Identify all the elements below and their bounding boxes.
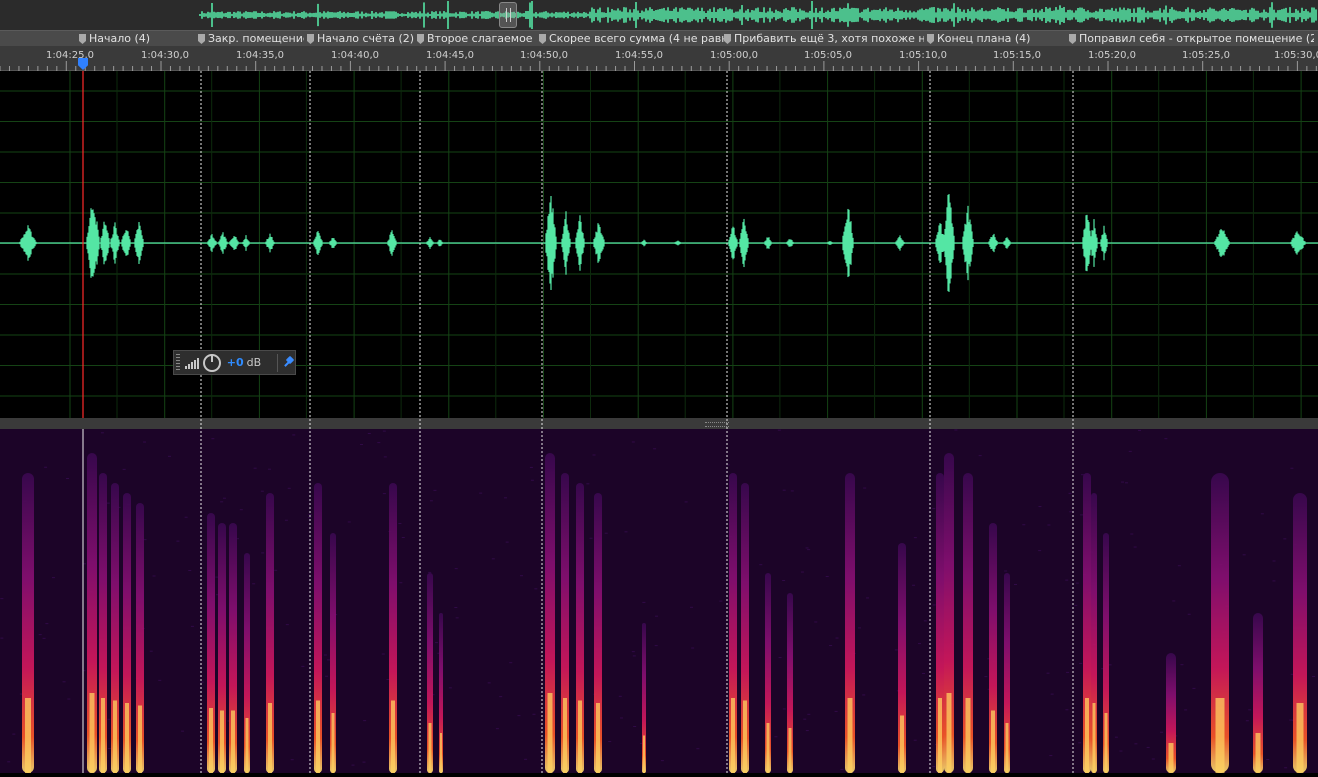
marker-label: Начало (4) <box>89 32 150 46</box>
ruler-tick-label: 1:04:30,0 <box>141 50 189 61</box>
marker-flag-icon <box>307 34 314 44</box>
pin-icon[interactable] <box>283 357 295 369</box>
gain-unit: dB <box>247 356 262 369</box>
marker-flag-icon <box>198 34 205 44</box>
spectrogram-view[interactable] <box>0 429 1318 773</box>
marker-label: Прибавить ещё 3, хотя похоже на 4 <box>734 32 924 46</box>
marker-3[interactable]: Второе слагаемое (1) <box>417 32 535 46</box>
signal-bars-icon <box>185 357 199 369</box>
marker-label: Закр. помещение ( <box>208 32 304 46</box>
marker-label: Скорее всего сумма (4 не равно 3) <box>549 32 724 46</box>
marker-2[interactable]: Начало счёта (2) <box>307 32 415 46</box>
ruler-tick-label: 1:05:10,0 <box>899 50 947 61</box>
ruler-tick-label: 1:05:15,0 <box>993 50 1041 61</box>
marker-label: Конец плана (4) <box>937 32 1030 46</box>
marker-flag-icon <box>539 34 546 44</box>
marker-0[interactable]: Начало (4) <box>79 32 197 46</box>
ruler-tick-label: 1:05:05,0 <box>804 50 852 61</box>
view-splitter[interactable] <box>0 418 1318 429</box>
marker-flag-icon <box>1069 34 1076 44</box>
ruler-tick-label: 1:05:20,0 <box>1088 50 1136 61</box>
spectrogram-canvas <box>0 429 1318 773</box>
ruler-tick-label: 1:04:45,0 <box>426 50 474 61</box>
marker-bar[interactable]: Начало (4) Закр. помещение ( Начало счёт… <box>0 30 1318 46</box>
marker-flag-icon <box>79 34 86 44</box>
marker-label: Второе слагаемое (1) <box>427 32 535 46</box>
marker-7[interactable]: Поправил себя - открытое помещение (2) <box>1069 32 1314 46</box>
marker-flag-icon <box>724 34 731 44</box>
marker-label: Поправил себя - открытое помещение (2) <box>1079 32 1314 46</box>
ruler-tick-label: 1:04:55,0 <box>615 50 663 61</box>
marker-6[interactable]: Конец плана (4) <box>927 32 1067 46</box>
hud-grip-icon[interactable] <box>176 354 180 371</box>
gain-knob-icon[interactable] <box>203 354 221 372</box>
hud-separator <box>277 354 278 372</box>
ruler-tick-label: 1:04:40,0 <box>331 50 379 61</box>
gain-value: +0 <box>227 356 244 369</box>
marker-4[interactable]: Скорее всего сумма (4 не равно 3) <box>539 32 724 46</box>
ruler-tick-label: 1:05:00,0 <box>710 50 758 61</box>
overview-waveform <box>0 0 1318 30</box>
marker-label: Начало счёта (2) <box>317 32 414 46</box>
gain-hud[interactable]: +0 dB <box>173 350 296 375</box>
ruler-tick-label: 1:04:35,0 <box>236 50 284 61</box>
ruler-tick-label: 1:05:25,0 <box>1182 50 1230 61</box>
time-ruler[interactable]: 1:04:25,0 1:04:30,0 1:04:35,0 1:04:40,0 … <box>0 46 1318 71</box>
splitter-grip-icon <box>705 422 729 427</box>
marker-5[interactable]: Прибавить ещё 3, хотя похоже на 4 <box>724 32 924 46</box>
marker-flag-icon <box>927 34 934 44</box>
overview-strip[interactable] <box>0 0 1318 30</box>
marker-flag-icon <box>417 34 424 44</box>
ruler-tick-label: 1:04:50,0 <box>520 50 568 61</box>
marker-1[interactable]: Закр. помещение ( <box>198 32 304 46</box>
ruler-tick-label: 1:05:30,0 <box>1274 50 1318 61</box>
overview-handle-icon[interactable] <box>499 2 517 28</box>
